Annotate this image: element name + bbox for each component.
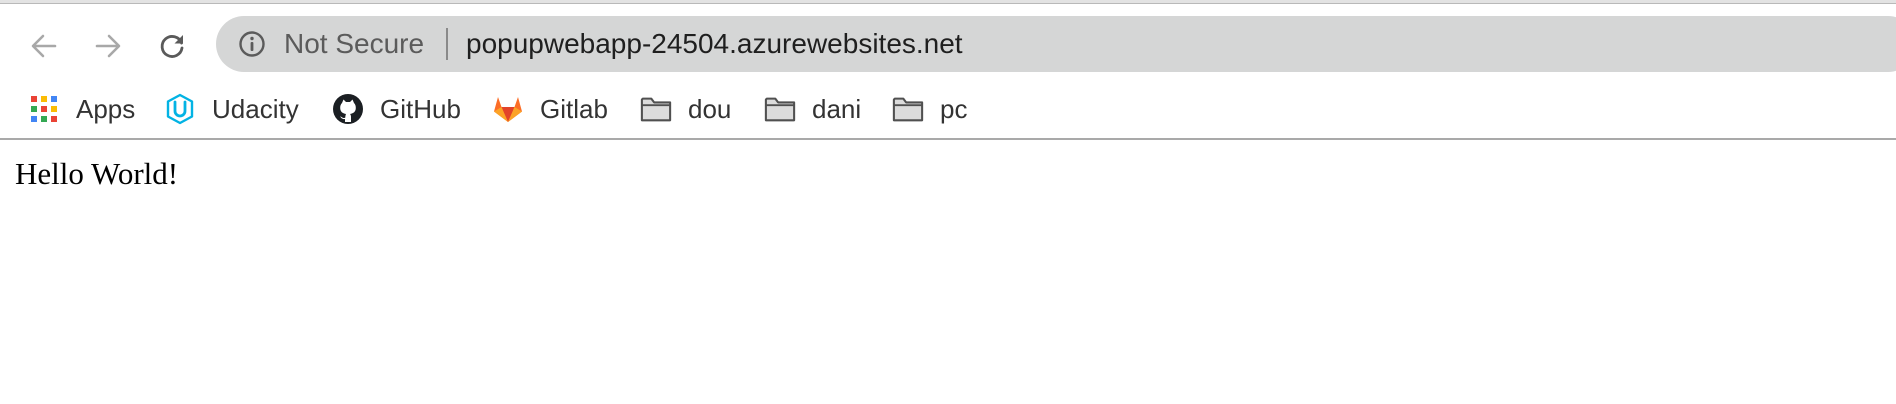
browser-toolbar: Not Secure popupwebapp-24504.azurewebsit…: [0, 4, 1896, 80]
github-logo-icon: [332, 93, 364, 125]
bookmark-udacity[interactable]: Udacity: [164, 80, 299, 138]
bookmark-folder-pc[interactable]: pc: [892, 80, 967, 138]
arrow-right-icon: [93, 31, 123, 61]
page-body-text: Hello World!: [15, 156, 179, 191]
bookmark-github[interactable]: GitHub: [332, 80, 461, 138]
apps-grid-icon: [28, 93, 60, 125]
security-status-label[interactable]: Not Secure: [284, 16, 424, 72]
bookmark-folder-dou[interactable]: dou: [640, 80, 731, 138]
gitlab-logo-icon: [492, 93, 524, 125]
bookmark-label: Apps: [76, 93, 136, 124]
bookmark-apps[interactable]: Apps: [28, 80, 135, 138]
folder-icon: [764, 93, 796, 125]
back-button[interactable]: [22, 24, 66, 68]
folder-icon: [640, 93, 672, 125]
info-circle-icon[interactable]: [238, 30, 266, 58]
bookmark-gitlab[interactable]: Gitlab: [492, 80, 608, 138]
bookmark-label: pc: [940, 93, 968, 124]
bookmarks-bar: Apps Udacity GitHub Gitlab dou dani pc: [0, 80, 1896, 140]
reload-icon: [157, 31, 187, 61]
page-content: Hello World!: [0, 140, 1896, 404]
udacity-logo-icon: [164, 93, 196, 125]
address-bar[interactable]: Not Secure popupwebapp-24504.azurewebsit…: [216, 16, 1896, 72]
bookmark-label: dou: [688, 93, 732, 124]
url-text[interactable]: popupwebapp-24504.azurewebsites.net: [466, 16, 963, 72]
arrow-left-icon: [29, 31, 59, 61]
bookmark-label: GitHub: [380, 93, 461, 124]
bookmark-folder-dani[interactable]: dani: [764, 80, 861, 138]
address-bar-divider: [446, 28, 448, 60]
bookmark-label: Gitlab: [540, 93, 608, 124]
reload-button[interactable]: [150, 24, 194, 68]
bookmark-label: Udacity: [212, 93, 299, 124]
folder-icon: [892, 93, 924, 125]
bookmark-label: dani: [812, 93, 862, 124]
forward-button[interactable]: [86, 24, 130, 68]
